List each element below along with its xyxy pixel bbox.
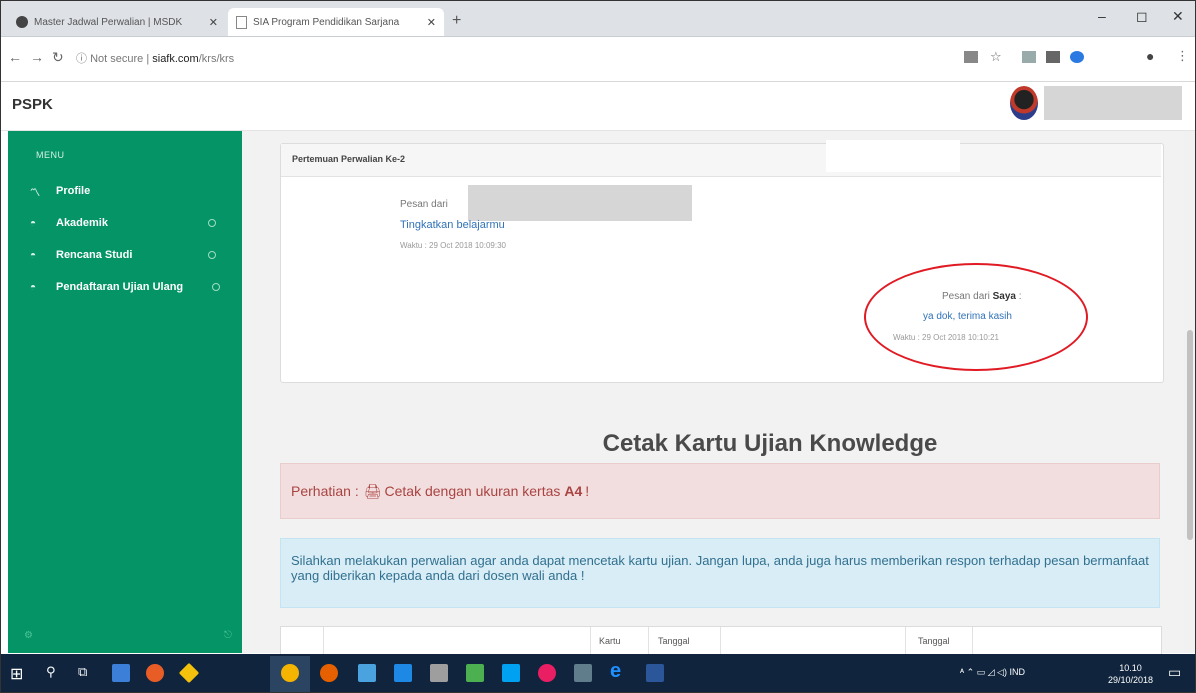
sidebar xyxy=(8,131,242,653)
profile-icon[interactable]: ● xyxy=(1146,48,1154,64)
firefox-icon[interactable] xyxy=(320,664,338,682)
cap-icon: ◓ xyxy=(30,217,37,229)
taskbar-app-icon[interactable] xyxy=(430,664,448,682)
system-tray[interactable]: ᴬ ⌃ ▭ ◿ ◁) IND xyxy=(960,667,1025,678)
browser-tab-inactive[interactable]: Master Jadwal Perwalian | MSDK ✕ xyxy=(8,8,226,36)
alert-info: Silahkan melakukan perwalian agar anda d… xyxy=(280,538,1160,608)
cetak-title: Cetak Kartu Ujian Knowledge xyxy=(602,430,938,457)
star-icon[interactable]: ☆ xyxy=(990,49,1002,65)
taskbar-app-icon[interactable] xyxy=(358,664,376,682)
sidebar-item-rencana-studi[interactable]: ◓ Rencana Studi xyxy=(30,245,230,265)
table-divider xyxy=(648,627,649,654)
alert-danger: Perhatian : 🖨 Cetak dengan ukuran kertas… xyxy=(280,463,1160,519)
logout-icon[interactable]: ⎋ xyxy=(224,630,232,641)
message-timestamp: Waktu : 29 Oct 2018 10:09:30 xyxy=(400,241,506,250)
table-divider xyxy=(972,627,973,654)
chart-icon: 〽 xyxy=(30,187,40,199)
sidebar-item-label: Rencana Studi xyxy=(56,249,133,261)
message-sender: Pesan dari xyxy=(400,199,448,210)
clock[interactable]: 10.10 29/10/2018 xyxy=(1108,662,1153,686)
close-icon[interactable]: ✕ xyxy=(427,16,436,29)
panel-header xyxy=(281,144,1161,177)
user-name-redacted[interactable] xyxy=(1044,86,1182,120)
sidebar-item-pendaftaran-ujian-ulang[interactable]: ◓ Pendaftaran Ujian Ulang xyxy=(30,277,230,297)
table-divider xyxy=(905,627,906,654)
sidebar-menu-header: MENU xyxy=(36,150,65,160)
extension-icon[interactable] xyxy=(1046,51,1060,63)
sidebar-item-profile[interactable]: 〽 Profile xyxy=(30,181,230,201)
chrome-icon[interactable] xyxy=(281,664,299,682)
scrollbar-thumb[interactable] xyxy=(1187,330,1193,540)
annotation-circle xyxy=(864,263,1088,371)
back-icon[interactable]: ← xyxy=(8,49,22,65)
taskbar-app-icon[interactable] xyxy=(466,664,484,682)
sender-name-redacted xyxy=(468,185,692,221)
tab-label: SIA Program Pendidikan Sarjana xyxy=(253,16,400,28)
expand-indicator-icon xyxy=(208,219,216,227)
message-text: Tingkatkan belajarmu xyxy=(400,219,505,231)
table-header: Kartu xyxy=(599,636,621,646)
table-divider xyxy=(590,627,591,654)
favicon-icon xyxy=(16,16,28,28)
redaction-box xyxy=(826,140,960,172)
url-domain: siafk.com xyxy=(152,53,199,65)
sidebar-item-label: Akademik xyxy=(56,217,108,229)
kartu-table xyxy=(280,626,1162,656)
close-icon[interactable]: ✕ xyxy=(209,16,218,29)
sidebar-item-label: Pendaftaran Ujian Ulang xyxy=(56,281,184,293)
table-header: Tanggal xyxy=(918,636,950,646)
reload-icon[interactable]: ↻ xyxy=(52,49,64,66)
sidebar-item-label: Profile xyxy=(56,185,91,197)
avatar[interactable] xyxy=(1010,86,1038,120)
settings-icon[interactable]: ⚙ xyxy=(24,630,33,641)
translate-icon[interactable] xyxy=(964,51,978,63)
tab-label: Master Jadwal Perwalian | MSDK xyxy=(34,16,183,28)
app-brand[interactable]: PSPK xyxy=(12,96,53,113)
search-icon[interactable]: ⚲ xyxy=(46,664,56,680)
browser-tab-active[interactable]: SIA Program Pendidikan Sarjana ✕ xyxy=(228,8,444,36)
table-header: Tanggal xyxy=(658,636,690,646)
printer-icon: 🖨 xyxy=(363,482,382,499)
clock-time: 10.10 xyxy=(1119,663,1142,673)
taskbar-app-icon[interactable] xyxy=(146,664,164,682)
url-field[interactable]: ⓘ Not secure | siafk.com/krs/krs xyxy=(76,50,234,66)
sidebar-item-akademik[interactable]: ◓ Akademik xyxy=(30,213,230,233)
panel-title: Pertemuan Perwalian Ke-2 xyxy=(292,154,406,164)
alert-prefix: Perhatian : xyxy=(291,483,359,499)
close-window-button[interactable]: ✕ xyxy=(1172,8,1184,25)
page-icon xyxy=(236,15,247,29)
menu-icon[interactable]: ⋮ xyxy=(1176,48,1189,64)
cap-icon: ◓ xyxy=(30,249,37,261)
table-divider xyxy=(720,627,721,654)
notification-icon[interactable]: ▭ xyxy=(1168,664,1181,681)
task-view-icon[interactable]: ⧉ xyxy=(78,664,87,680)
alert-suffix: ! xyxy=(585,483,590,499)
taskbar-app-icon[interactable] xyxy=(394,664,412,682)
forward-icon[interactable]: → xyxy=(30,49,44,65)
alert-bold: A4 xyxy=(564,483,583,499)
table-divider xyxy=(323,627,324,654)
word-icon[interactable] xyxy=(646,664,664,682)
minimize-button[interactable]: – xyxy=(1098,8,1106,24)
expand-indicator-icon xyxy=(212,283,220,291)
maximize-button[interactable]: ◻ xyxy=(1136,8,1148,25)
clock-date: 29/10/2018 xyxy=(1108,675,1154,685)
expand-indicator-icon xyxy=(208,251,216,259)
extension-icon[interactable] xyxy=(1022,51,1036,63)
windows-start-icon[interactable]: ⊞ xyxy=(10,664,23,684)
ie-icon[interactable]: e xyxy=(610,660,621,683)
alert-text: Cetak dengan ukuran kertas xyxy=(384,483,561,499)
taskbar-app-icon[interactable] xyxy=(502,664,520,682)
taskbar-app-icon[interactable] xyxy=(112,664,130,682)
new-tab-button[interactable]: + xyxy=(452,12,461,30)
cap-icon: ◓ xyxy=(30,281,37,293)
taskbar-app-icon[interactable] xyxy=(538,664,556,682)
url-path: /krs/krs xyxy=(198,53,235,65)
taskbar-app-icon[interactable] xyxy=(574,664,592,682)
extension-icon[interactable] xyxy=(1070,51,1084,63)
info-icon: ⓘ xyxy=(76,53,87,65)
security-label: Not secure xyxy=(90,53,144,65)
